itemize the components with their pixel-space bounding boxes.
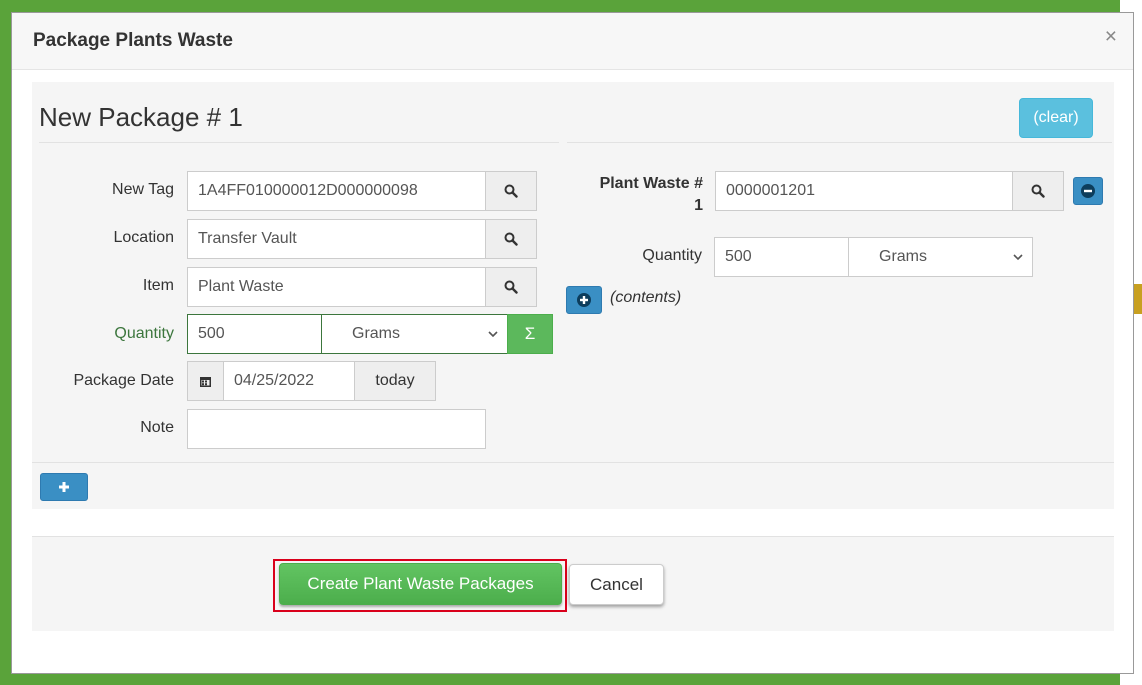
search-icon bbox=[504, 232, 518, 246]
location-search-button[interactable] bbox=[485, 219, 537, 259]
modal-title: Package Plants Waste bbox=[33, 30, 233, 51]
chevron-down-icon bbox=[1013, 254, 1023, 261]
plant-waste-label-line1: Plant Waste # bbox=[599, 175, 703, 192]
new-tag-input[interactable]: 1A4FF010000012D000000098 bbox=[187, 171, 486, 211]
quantity-unit-select[interactable]: Grams bbox=[321, 314, 508, 354]
new-tag-label: New Tag bbox=[112, 181, 174, 198]
plant-waste-quantity-label: Quantity bbox=[642, 247, 702, 264]
modal-header: Package Plants Waste × bbox=[12, 13, 1133, 70]
remove-plant-waste-button[interactable] bbox=[1073, 177, 1103, 205]
add-package-button[interactable] bbox=[40, 473, 88, 501]
divider bbox=[39, 142, 559, 143]
plant-waste-search-button[interactable] bbox=[1012, 171, 1064, 211]
sum-button[interactable]: Σ bbox=[507, 314, 553, 354]
contents-label: (contents) bbox=[610, 289, 682, 306]
plus-icon bbox=[59, 482, 69, 492]
plant-waste-quantity-input[interactable]: 500 bbox=[714, 237, 849, 277]
package-date-input[interactable]: 04/25/2022 bbox=[223, 361, 355, 401]
close-icon[interactable]: × bbox=[1105, 25, 1117, 49]
location-label: Location bbox=[113, 229, 175, 246]
divider bbox=[567, 142, 1112, 143]
note-label: Note bbox=[140, 419, 174, 436]
cancel-button[interactable]: Cancel bbox=[569, 564, 664, 605]
search-icon bbox=[504, 280, 518, 294]
minus-circle-icon bbox=[1081, 184, 1095, 198]
clear-button[interactable]: (clear) bbox=[1019, 98, 1093, 138]
quantity-input[interactable]: 500 bbox=[187, 314, 322, 354]
plant-waste-input[interactable]: 0000001201 bbox=[715, 171, 1013, 211]
search-icon bbox=[1031, 184, 1045, 198]
today-button[interactable]: today bbox=[354, 361, 436, 401]
create-plant-waste-packages-button[interactable]: Create Plant Waste Packages bbox=[279, 563, 562, 605]
add-contents-button[interactable] bbox=[566, 286, 602, 314]
new-tag-search-button[interactable] bbox=[485, 171, 537, 211]
plant-waste-unit-value: Grams bbox=[879, 248, 927, 265]
item-input[interactable]: Plant Waste bbox=[187, 267, 486, 307]
package-title: New Package # 1 bbox=[39, 102, 243, 132]
plant-waste-unit-select[interactable]: Grams bbox=[848, 237, 1033, 277]
plant-waste-label-line2: 1 bbox=[694, 197, 703, 214]
add-package-bar bbox=[32, 462, 1114, 509]
location-input[interactable]: Transfer Vault bbox=[187, 219, 486, 259]
calendar-button[interactable] bbox=[187, 361, 224, 401]
item-label: Item bbox=[142, 277, 174, 294]
quantity-label: Quantity bbox=[114, 325, 174, 342]
chevron-down-icon bbox=[488, 331, 498, 338]
calendar-icon bbox=[200, 376, 211, 387]
plus-circle-icon bbox=[577, 293, 591, 307]
package-date-label: Package Date bbox=[73, 372, 174, 389]
note-input[interactable] bbox=[187, 409, 486, 449]
quantity-unit-value: Grams bbox=[352, 325, 400, 342]
plant-waste-label: Plant Waste # 1 bbox=[560, 175, 703, 215]
search-icon bbox=[504, 184, 518, 198]
item-search-button[interactable] bbox=[485, 267, 537, 307]
